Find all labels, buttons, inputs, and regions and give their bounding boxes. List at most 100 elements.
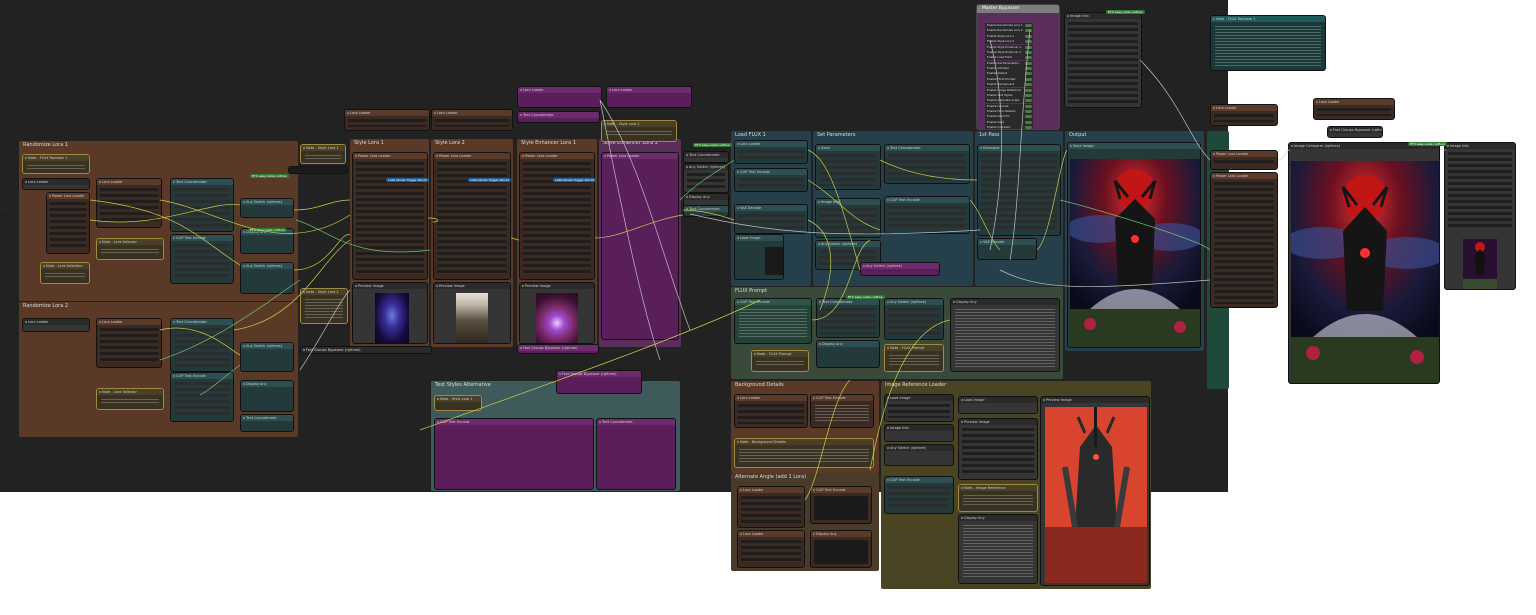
bypasser-toggle-row[interactable]: Enable Background [985,82,1033,88]
note-background[interactable]: Note - Background Details [734,438,874,468]
lora-stack-right[interactable]: Power Lora Loader [1210,150,1278,170]
ref-image-preview-empty[interactable]: Preview Image [958,418,1038,480]
image-info-node-right[interactable]: Image Info [1444,142,1516,290]
any-switch-2[interactable]: Any Switch (rgthree) [240,262,294,294]
alt-angle-loader-2[interactable]: Lora Loader [737,530,805,568]
toggle-switch-icon[interactable] [1025,56,1032,60]
text-styles-node-2[interactable]: Text Concatenate [596,418,676,490]
ref-load-image-node[interactable]: Load Image [884,394,954,422]
text-concat-1[interactable]: Text Concatenate [170,178,234,232]
text-styles-top[interactable]: Fast Groups Bypasser (rgthree) [556,370,642,394]
toggle-switch-icon[interactable] [1025,88,1032,92]
lora-mid-right[interactable]: Lora Loader [1313,98,1395,120]
toggle-switch-icon[interactable] [1025,67,1032,70]
enhancer-bottom-bar[interactable]: Fast Groups Bypasser (rgthree) [517,344,599,354]
readme-note[interactable]: Note - FLUX Random 1 [1210,15,1326,71]
alt-angle-loader-1[interactable]: Lora Loader [737,486,805,528]
vae-loader[interactable]: VAE Decode [734,204,808,234]
preview-image-style-1[interactable]: Preview Image [352,282,428,344]
style-enh-header-1[interactable]: Lora Loader [517,86,602,108]
checkpoint-loader[interactable]: Lora Loader [734,140,808,164]
alt-angle-text-2[interactable]: Display Any [810,530,872,568]
toggle-switch-icon[interactable] [1025,34,1032,38]
clip-text-1[interactable]: CLIP Text Encode [170,234,234,284]
final-prompt-display[interactable]: Display Any [950,298,1060,372]
bypasser-toggle-row[interactable]: Enable Randomize Lora 2 [985,28,1033,34]
text-output-a[interactable]: Text Concatenate [683,151,729,163]
note-prompt-2[interactable]: Note - FLUX Prompt [884,344,944,372]
style-enh-1-loader[interactable]: Power Lora Loader [519,152,595,280]
text-output-c[interactable]: Text Concatenate [683,205,729,217]
load-image-flux[interactable]: Load Image [734,234,784,280]
image-info-node-top[interactable]: Image Info [1064,12,1142,108]
bypasser-toggle-row[interactable]: Enable Style Lora 2 [985,39,1033,45]
note-lora-help-1[interactable]: Note - Lora Selector [96,238,164,260]
params-node-1[interactable]: Seed [815,144,881,190]
style-lora-header-2[interactable]: Lora Loader [431,109,513,131]
connector-node-1[interactable] [288,166,348,174]
text-concat-2[interactable]: Text Concatenate [170,318,234,372]
lora-selector-node[interactable]: Power Lora Loader [46,192,90,254]
toggle-switch-icon[interactable] [1025,110,1032,113]
connector-node-2[interactable]: Fast Groups Bypasser (rgthree) [300,346,432,354]
ref-loader-3[interactable]: Any Switch (rgthree) [884,444,954,466]
clip-loader[interactable]: CLIP Text Encode [734,168,808,192]
note-enhancer[interactable]: Note - Style Lora 2 [601,120,677,142]
lora-list-switch[interactable]: Any Switch (rgthree) [683,163,729,193]
prompt-node-3[interactable]: Any Switch (rgthree) [884,298,944,340]
save-image-node[interactable]: Save Image [1067,142,1201,348]
toggle-switch-icon[interactable] [1025,120,1032,124]
toggle-switch-icon[interactable] [1025,29,1032,33]
ref-loader-4[interactable]: CLIP Text Encode [884,476,954,514]
note-random-1[interactable]: Note - FLUX Random 1 [22,154,90,174]
note-style-lora-2[interactable]: Note - Style Lora 2 [300,288,348,324]
params-node-2[interactable]: Image Info [815,198,881,238]
toggle-switch-icon[interactable] [1025,61,1032,65]
ref-loader-2[interactable]: Image Info [884,424,954,442]
ref-loader-5[interactable]: Load Image [958,396,1038,414]
style-enh-mid-1[interactable]: Text Concatenate [517,111,600,123]
bypasser-toggle-row[interactable]: Enable Load FLUX [985,55,1033,61]
background-node-1[interactable]: Lora Loader [734,394,808,428]
style-lora-1-loader[interactable]: Power Lora Loader [352,152,428,280]
toggle-switch-icon[interactable] [1025,93,1032,97]
prompt-display[interactable]: Display Any [816,340,880,368]
bypasser-toggle-row[interactable]: Enable Compare [985,125,1033,129]
display-any-2[interactable]: Display Any [240,380,294,412]
toggle-switch-icon[interactable] [1025,104,1032,108]
flux-prompt-text[interactable]: CLIP Text Encode [734,298,812,344]
clip-text-2[interactable]: CLIP Text Encode [170,372,234,422]
preview-image-enh-1[interactable]: Preview Image [519,282,595,344]
toggle-switch-icon[interactable] [1025,24,1032,27]
toggle-switch-icon[interactable] [1025,50,1032,54]
bypasser-list[interactable]: Enable Randomize Lora 1 Enable Randomize … [985,23,1033,129]
toggle-switch-icon[interactable] [1025,77,1032,81]
toggle-switch-icon[interactable] [1025,45,1032,49]
note-lora-selection[interactable]: Note - Lora Selection [40,262,90,284]
load-lora-node[interactable]: Lora Loader [22,178,90,190]
note-image-reference[interactable]: Note - Image Reference [958,484,1038,512]
lora-loader-2[interactable]: Lora Loader [96,318,162,368]
style-lora-2-loader[interactable]: Power Lora Loader [433,152,511,280]
toggle-switch-icon[interactable] [1025,83,1032,87]
ref-description-display[interactable]: Display Any [958,514,1038,584]
text-styles-node-1[interactable]: CLIP Text Encode [434,418,594,490]
bypasser-toggle-row[interactable]: Enable Hand Fix [985,114,1033,120]
master-bypasser-panel[interactable]: Master Bypasser Enable Randomize Lora 1E… [976,4,1060,130]
style-enh-2-loader[interactable]: Power Lora Loader [601,152,679,340]
note-text-styles[interactable]: Note - Style Lora 1 [434,395,482,411]
toggle-switch-icon[interactable] [1025,40,1032,44]
preview-image-style-2[interactable]: Preview Image [433,282,511,344]
text-output-2[interactable]: Text Concatenate [240,414,294,432]
any-switch-3[interactable]: Any Switch (rgthree) [240,342,294,372]
toggle-switch-icon[interactable] [1025,72,1032,76]
params-node-4[interactable]: Text Concatenate [884,144,970,184]
vae-decode-node[interactable]: VAE Decode [977,238,1037,260]
toggle-switch-icon[interactable] [1025,99,1032,103]
bypasser-toggle-row[interactable]: Enable Alternate Angle [985,98,1033,104]
lora-header-right[interactable]: Lora Loader [1210,104,1278,126]
lora-selector-right[interactable]: Power Lora Loader [1210,172,1278,308]
background-node-2[interactable]: CLIP Text Encode [810,394,874,428]
params-node-6[interactable]: Any Switch (rgthree) [860,262,940,276]
params-node-5[interactable]: CLIP Text Encode [884,196,970,234]
